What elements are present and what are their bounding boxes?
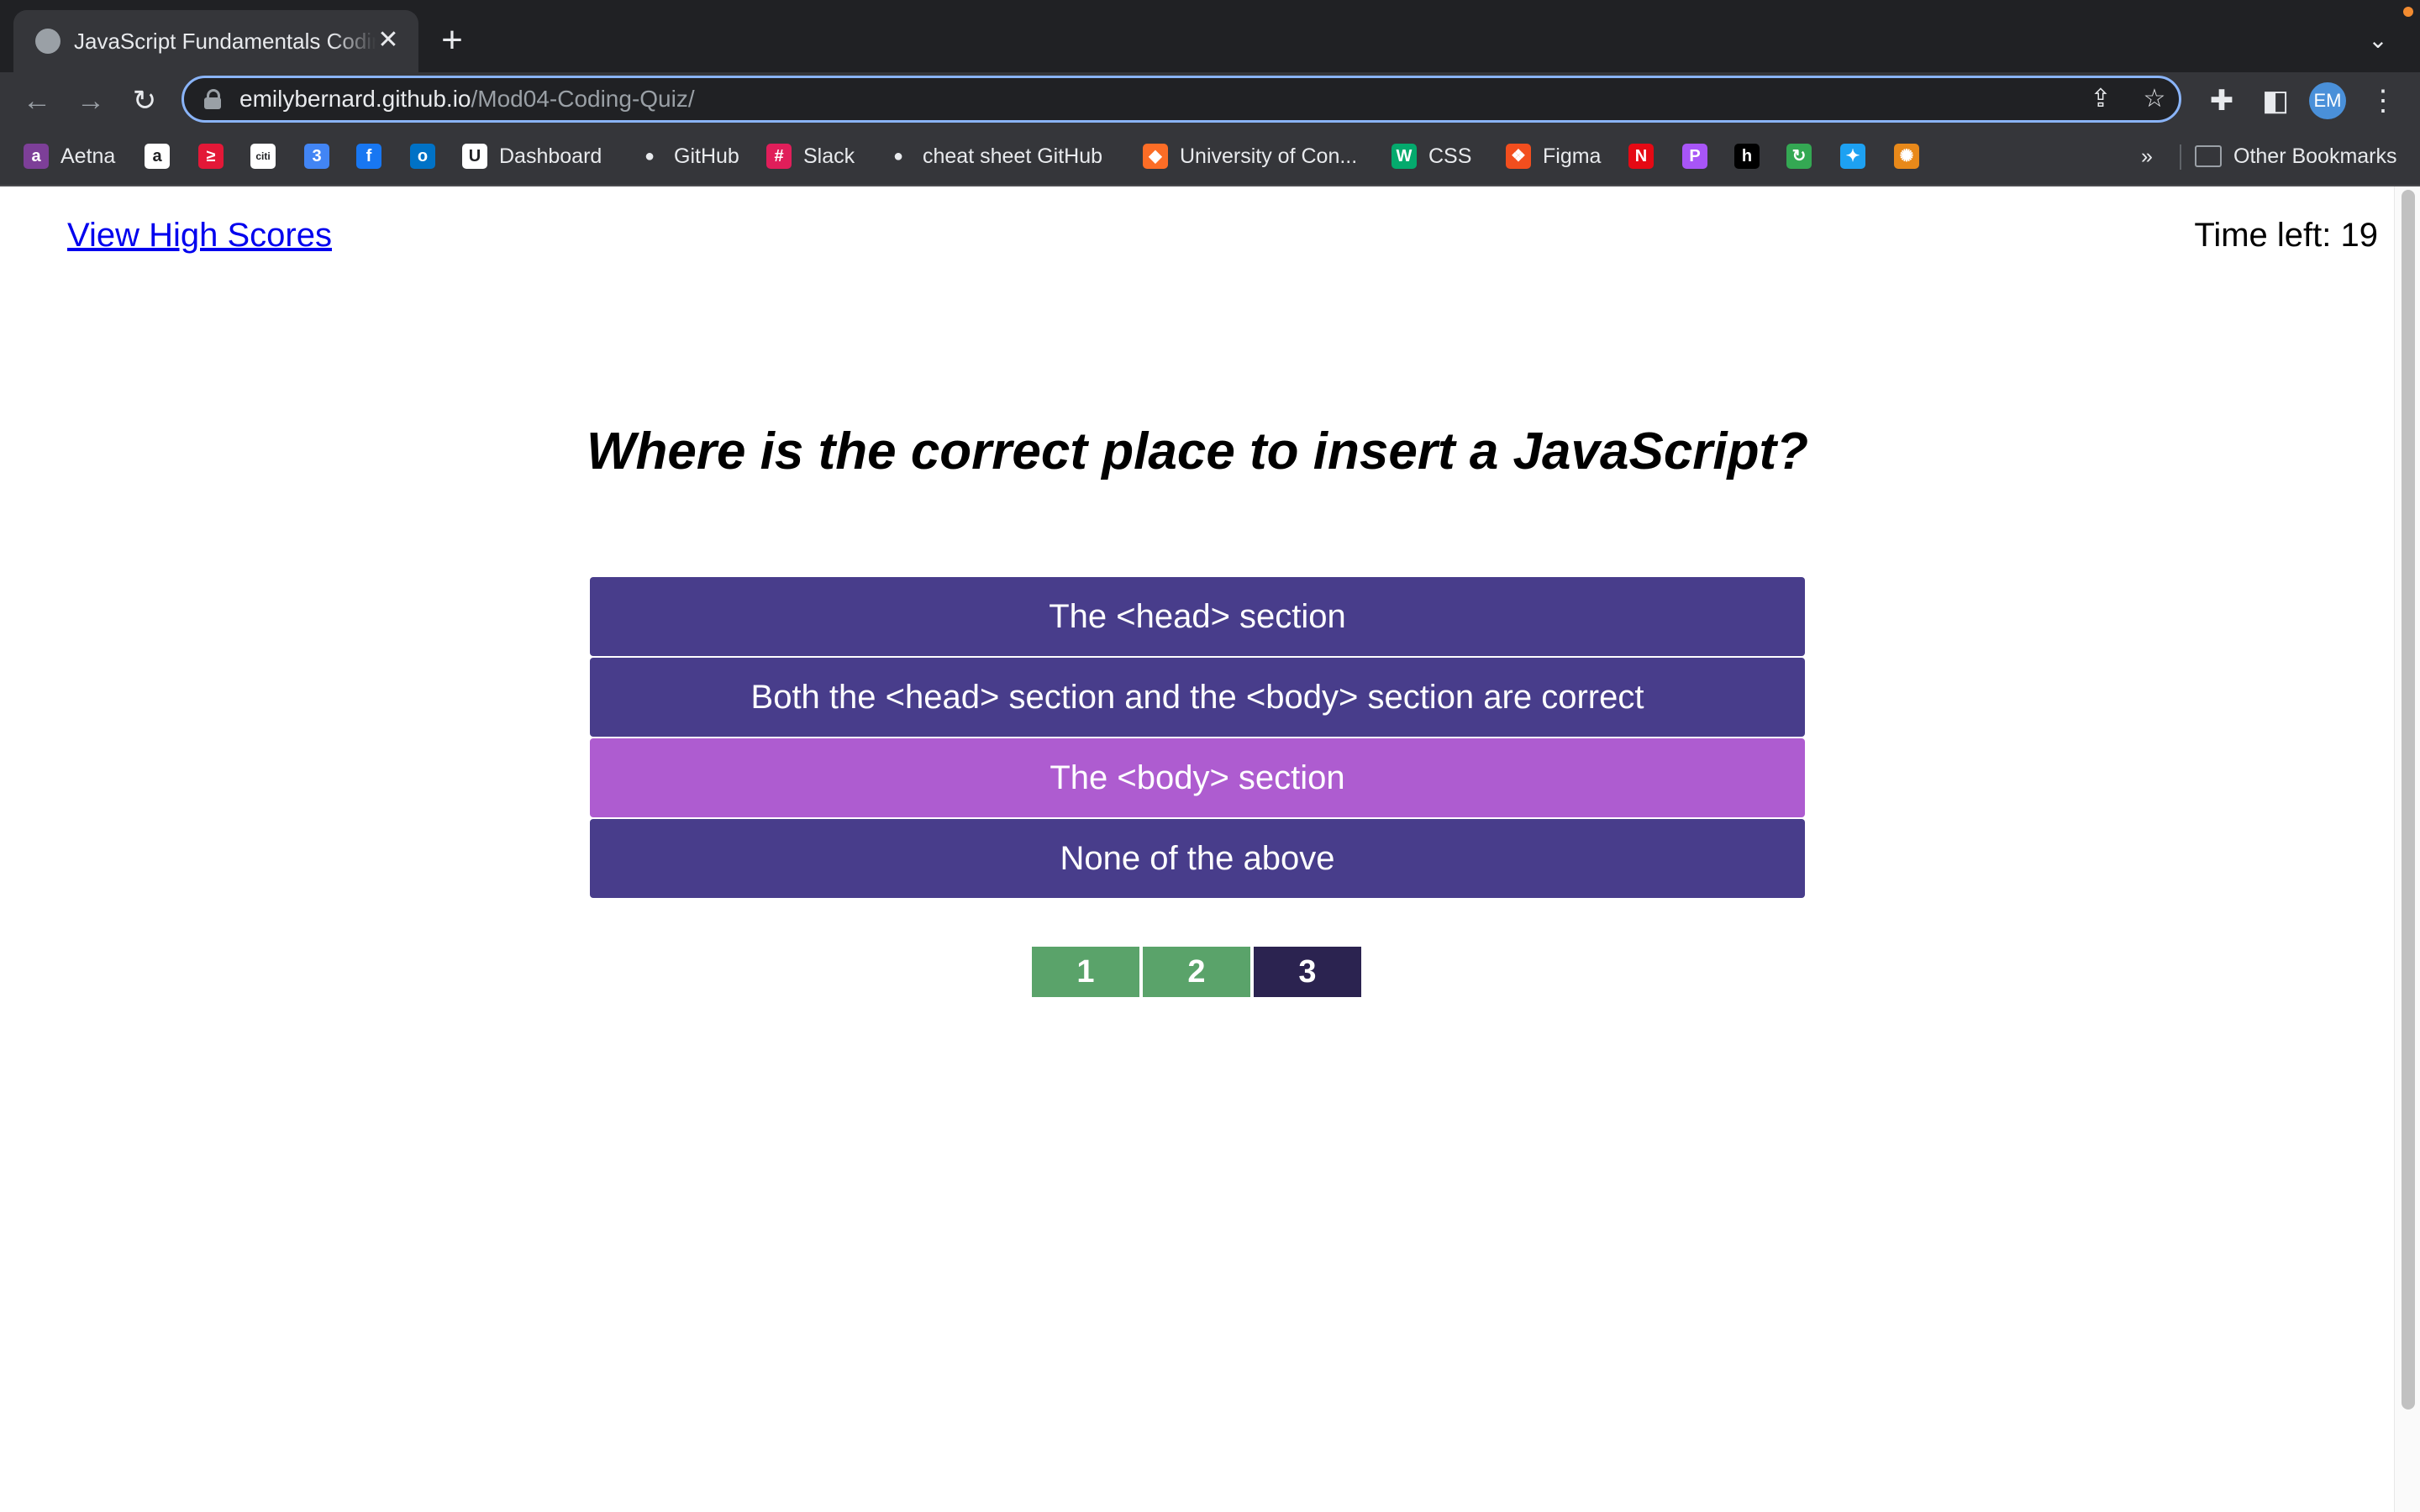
answer-button[interactable]: The <head> section — [590, 577, 1805, 656]
progress-step-current: 3 — [1254, 947, 1361, 997]
citi-icon: citi — [250, 144, 276, 169]
share-icon[interactable]: ⇪ — [2085, 83, 2117, 115]
refresh-app-icon: ↻ — [1786, 144, 1812, 169]
scrollbar-thumb[interactable] — [2402, 190, 2415, 1410]
question-progress: 1 2 3 — [1032, 947, 1365, 999]
bookmark-aetna[interactable]: a Aetna — [24, 141, 115, 171]
bookmark-google-calendar[interactable]: 3 — [304, 141, 329, 171]
bookmark-github[interactable]: ● GitHub — [637, 141, 739, 171]
bird-icon: ✦ — [1840, 144, 1865, 169]
bookmark-dashboard[interactable]: U Dashboard — [462, 141, 602, 171]
aetna-icon: a — [24, 144, 49, 169]
bookmark-github[interactable]: ● cheat sheet GitHub — [886, 141, 1102, 171]
answer-button[interactable]: Both the <head> section and the <body> s… — [590, 658, 1805, 737]
profile-avatar[interactable]: EM — [2309, 82, 2346, 119]
bookmark-facebook[interactable]: f — [356, 141, 381, 171]
github-icon: ● — [892, 147, 904, 165]
notification-dot — [2403, 7, 2413, 17]
netflix-icon: N — [1628, 144, 1654, 169]
bookmark-slack[interactable]: # Slack — [766, 141, 855, 171]
bookmark-netflix[interactable]: N — [1628, 141, 1654, 171]
gitlab-icon: ◆ — [1143, 144, 1168, 169]
address-bar[interactable]: emilybernard.github.io/Mod04-Coding-Quiz… — [182, 76, 2181, 123]
tab-strip: JavaScript Fundamentals Coding Quiz ✕ + … — [0, 0, 2420, 72]
globe-icon — [35, 29, 60, 54]
slack-icon: # — [766, 144, 792, 169]
bookmark-figma[interactable]: ❖ Figma — [1506, 141, 1601, 171]
hackerrank-icon: h — [1734, 144, 1760, 169]
question-title: Where is the correct place to insert a J… — [586, 423, 1809, 480]
facebook-icon: f — [356, 144, 381, 169]
url-text: emilybernard.github.io/Mod04-Coding-Quiz… — [239, 78, 695, 120]
dashboard-icon: U — [462, 144, 487, 169]
new-tab-button[interactable]: + — [434, 22, 471, 59]
url-host: emilybernard.github.io — [239, 86, 471, 112]
bookmark-label: Aetna — [60, 144, 116, 168]
lock-icon[interactable] — [204, 89, 221, 109]
url-path: /Mod04-Coding-Quiz/ — [471, 86, 695, 112]
tab-search-chevron-icon[interactable]: ⌄ — [2361, 24, 2395, 57]
progress-step-correct: 2 — [1143, 947, 1250, 997]
side-panel-icon[interactable]: ◧ — [2257, 82, 2294, 119]
bookmark-citi[interactable]: citi — [250, 141, 276, 171]
view-high-scores-link[interactable]: View High Scores — [67, 217, 332, 255]
reload-icon[interactable]: ↻ — [126, 82, 163, 119]
google-calendar-icon: 3 — [304, 144, 329, 169]
browser-tab[interactable]: JavaScript Fundamentals Coding Quiz ✕ — [13, 10, 418, 72]
bookmark-outlook[interactable]: o — [410, 141, 435, 171]
page-scrollbar[interactable] — [2394, 186, 2420, 1512]
amazon-icon: a — [145, 144, 170, 169]
timer-label: Time left: — [2194, 217, 2332, 254]
timer: Time left: 19 — [2194, 217, 2378, 255]
bookmarks-divider — [2180, 144, 2181, 170]
answer-button[interactable]: None of the above — [590, 819, 1805, 898]
bookmark-label: CSS — [1428, 144, 1472, 168]
bookmark-sunflower[interactable]: ✺ — [1894, 141, 1919, 171]
tab-title: JavaScript Fundamentals Coding Quiz — [74, 29, 376, 54]
bookmark-label: Slack — [803, 144, 855, 168]
w3schools-icon: W — [1392, 144, 1417, 169]
bookmark-gitlab[interactable]: ◆ University of Con... — [1143, 141, 1357, 171]
bookmarks-overflow-button[interactable]: » — [2141, 141, 2153, 171]
figma-icon: ❖ — [1506, 144, 1531, 169]
extensions-puzzle-icon[interactable]: ✚ — [2203, 82, 2240, 119]
back-arrow-icon[interactable]: ← — [18, 82, 55, 119]
sunflower-icon: ✺ — [1894, 144, 1919, 169]
timer-value: 19 — [2340, 217, 2379, 254]
progress-step-correct: 1 — [1032, 947, 1139, 997]
bookmark-bank-of-america[interactable]: ≥ — [198, 141, 224, 171]
menu-kebab-icon[interactable]: ⋮ — [2365, 82, 2402, 119]
bookmark-amazon[interactable]: a — [145, 141, 170, 171]
bookmark-label: Dashboard — [499, 144, 602, 168]
bookmark-label: University of Con... — [1180, 144, 1358, 168]
answer-button-selected[interactable]: The <body> section — [590, 738, 1805, 817]
bookmark-pocketcasts[interactable]: P — [1682, 141, 1707, 171]
pocketcasts-icon: P — [1682, 144, 1707, 169]
bookmarks-bar: » Other Bookmarks a Aetna a ≥ citi 3 f o U Dashbo… — [0, 129, 2420, 185]
outlook-icon: o — [410, 144, 435, 169]
bookmark-bird[interactable]: ✦ — [1840, 141, 1865, 171]
other-bookmarks-folder[interactable]: Other Bookmarks — [2195, 141, 2397, 171]
bookmark-star-icon[interactable]: ☆ — [2139, 83, 2170, 115]
github-icon: ● — [644, 147, 655, 165]
bookmark-refresh-app[interactable]: ↻ — [1786, 141, 1812, 171]
bank-of-america-icon: ≥ — [198, 144, 224, 169]
bookmark-label: Figma — [1543, 144, 1602, 168]
other-bookmarks-label: Other Bookmarks — [2233, 144, 2397, 168]
forward-arrow-icon[interactable]: → — [72, 82, 109, 119]
bookmark-label: GitHub — [674, 144, 739, 168]
bookmark-hackerrank[interactable]: h — [1734, 141, 1760, 171]
bookmark-label: cheat sheet GitHub — [923, 144, 1103, 168]
close-tab-icon[interactable]: ✕ — [373, 25, 403, 55]
bookmark-w3schools[interactable]: W CSS — [1392, 141, 1471, 171]
folder-icon — [2195, 145, 2222, 167]
browser-toolbar: ← → ↻ emilybernard.github.io/Mod04-Codin… — [0, 72, 2420, 129]
quiz-page: View High Scores Time left: 19 Where is … — [0, 186, 2420, 1512]
answer-list: The <head> section Both the <head> secti… — [590, 577, 1805, 900]
browser-chrome: JavaScript Fundamentals Coding Quiz ✕ + … — [0, 0, 2420, 186]
